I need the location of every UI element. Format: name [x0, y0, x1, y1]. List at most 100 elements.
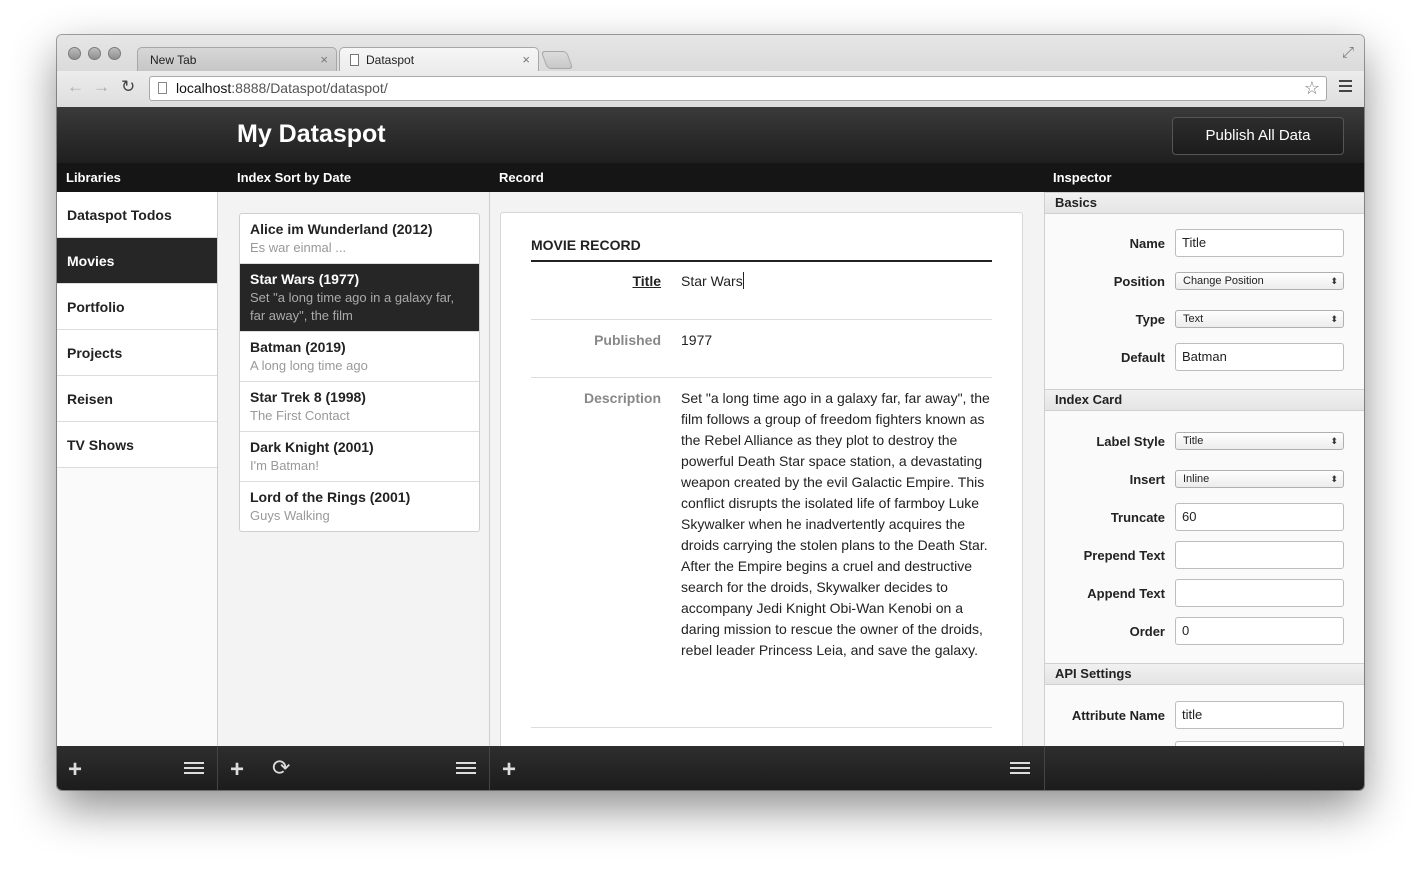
sidebar-item-reisen[interactable]: Reisen — [57, 376, 217, 422]
list-item[interactable]: Star Trek 8 (1998) The First Contact — [240, 382, 479, 432]
tab-close-icon[interactable]: × — [320, 48, 328, 72]
field-label: Description — [583, 390, 661, 406]
select-arrow-icon: ⬍ — [1330, 276, 1338, 286]
item-title: Dark Knight (2001) — [250, 439, 374, 455]
tab-close-icon[interactable]: × — [522, 48, 530, 72]
truncate-field[interactable]: 60 — [1175, 503, 1344, 531]
api-settings-section-heading: API Settings — [1045, 663, 1364, 685]
default-row: Default Batman — [1045, 343, 1364, 373]
description-field: Description Set "a long time ago in a ga… — [531, 378, 992, 728]
position-select[interactable]: Change Position ⬍ — [1175, 272, 1344, 290]
forward-arrow-icon[interactable]: → — [93, 77, 110, 97]
append-text-field[interactable] — [1175, 579, 1344, 607]
select-value: Title — [1183, 435, 1204, 447]
index-list: Alice im Wunderland (2012) Es war einmal… — [239, 213, 480, 532]
new-tab-button[interactable] — [540, 51, 574, 69]
basics-section-heading: Basics — [1045, 192, 1364, 214]
field-label: Insert — [1129, 472, 1165, 487]
field-label: Name — [1129, 236, 1165, 251]
label-style-select[interactable]: Title ⬍ — [1175, 432, 1344, 450]
menu-icon[interactable] — [1339, 80, 1352, 95]
sidebar-item-dataspot-todos[interactable]: Dataspot Todos — [57, 192, 217, 238]
browser-window: New Tab × Dataspot × ⤢ ← → ↻ localhost:8… — [57, 35, 1364, 790]
sidebar-item-projects[interactable]: Projects — [57, 330, 217, 376]
refresh-icon[interactable]: ⟳ — [272, 755, 290, 781]
published-input[interactable]: 1977 — [681, 330, 992, 351]
zoom-window-button[interactable] — [108, 47, 121, 60]
column-headers: Libraries Index Sort by Date Record Insp… — [57, 163, 1364, 192]
item-title: Alice im Wunderland (2012) — [250, 221, 433, 237]
title-input[interactable]: Star Wars — [681, 271, 992, 292]
sidebar-item-portfolio[interactable]: Portfolio — [57, 284, 217, 330]
append-text-row: Append Text — [1045, 579, 1364, 609]
sort-icon[interactable] — [456, 762, 476, 777]
address-bar[interactable]: localhost:8888/Dataspot/dataspot/ ☆ — [149, 76, 1327, 101]
tab-label: New Tab — [150, 53, 197, 67]
record-column: MOVIE RECORD Title Star Wars Published 1… — [490, 192, 1045, 746]
libraries-heading: Libraries — [66, 170, 121, 185]
name-field[interactable]: Title — [1175, 229, 1344, 257]
tab-label: Dataspot — [366, 53, 415, 67]
field-label: Published — [594, 332, 661, 348]
add-field-icon[interactable]: + — [502, 756, 516, 784]
sidebar-item-movies[interactable]: Movies — [57, 238, 217, 284]
published-field: Published 1977 — [531, 320, 992, 378]
app-title: My Dataspot — [237, 120, 386, 148]
back-arrow-icon[interactable]: ← — [67, 77, 84, 97]
minimize-window-button[interactable] — [88, 47, 101, 60]
list-item[interactable]: Alice im Wunderland (2012) Es war einmal… — [240, 214, 479, 264]
attribute-name-field[interactable]: title — [1175, 701, 1344, 729]
browser-chrome: New Tab × Dataspot × ⤢ ← → ↻ localhost:8… — [57, 35, 1364, 107]
field-label: Append Text — [1087, 586, 1165, 601]
prepend-text-field[interactable] — [1175, 541, 1344, 569]
bookmark-star-icon[interactable]: ☆ — [1304, 77, 1320, 100]
field-label: Prepend Text — [1083, 548, 1165, 563]
field-label: Type — [1135, 312, 1165, 327]
tab-new-tab[interactable]: New Tab × — [137, 47, 337, 71]
page-icon — [350, 54, 359, 66]
insert-row: Insert Inline ⬍ — [1045, 465, 1364, 495]
close-window-button[interactable] — [68, 47, 81, 60]
title-value: Star Wars — [681, 273, 743, 289]
tab-dataspot[interactable]: Dataspot × — [339, 47, 539, 71]
inspector-panel: Basics Name Title Position Change Positi… — [1045, 192, 1364, 746]
field-label: Default — [1120, 350, 1165, 365]
sort-icon[interactable] — [1010, 762, 1030, 777]
field-label: Label Style — [1096, 434, 1165, 449]
list-item[interactable]: Lord of the Rings (2001) Guys Walking — [240, 482, 479, 531]
description-input[interactable]: Set "a long time ago in a galaxy far, fa… — [681, 388, 992, 661]
sort-icon[interactable] — [184, 762, 204, 777]
list-item[interactable]: Star Wars (1977) Set "a long time ago in… — [240, 264, 479, 332]
sidebar-item-tv-shows[interactable]: TV Shows — [57, 422, 217, 468]
select-value: Change Position — [1183, 275, 1264, 287]
item-subtitle: Es war einmal ... — [250, 240, 347, 255]
url-path: :8888/Dataspot/dataspot/ — [231, 80, 388, 96]
add-library-icon[interactable]: + — [68, 756, 82, 784]
select-arrow-icon: ⬍ — [1330, 474, 1338, 484]
field-label: Title — [632, 273, 661, 289]
list-item[interactable]: Dark Knight (2001) I'm Batman! — [240, 432, 479, 482]
list-item[interactable]: Batman (2019) A long long time ago — [240, 332, 479, 382]
item-subtitle: I'm Batman! — [250, 458, 319, 473]
select-arrow-icon: ⬍ — [1330, 436, 1338, 446]
add-record-icon[interactable]: + — [230, 756, 244, 784]
item-title: Lord of the Rings (2001) — [250, 489, 411, 505]
order-field[interactable]: 0 — [1175, 617, 1344, 645]
attribute-name-row: Attribute Name title — [1045, 701, 1364, 731]
index-heading[interactable]: Index Sort by Date — [237, 170, 351, 185]
fullscreen-icon[interactable]: ⤢ — [1342, 44, 1354, 61]
insert-select[interactable]: Inline ⬍ — [1175, 470, 1344, 488]
default-field[interactable]: Batman — [1175, 343, 1344, 371]
prepend-text-row: Prepend Text — [1045, 541, 1364, 571]
type-select[interactable]: Text ⬍ — [1175, 310, 1344, 328]
reload-icon[interactable]: ↻ — [121, 77, 135, 97]
item-title: Star Wars (1977) — [250, 271, 360, 287]
dataspot-app: My Dataspot Publish All Data Libraries I… — [57, 107, 1364, 790]
record-heading-text: MOVIE RECORD — [531, 237, 992, 262]
libraries-footer: + — [57, 746, 218, 790]
url-host: localhost — [176, 80, 232, 96]
record-heading: Record — [499, 170, 544, 185]
field-label: Attribute Name — [1071, 708, 1165, 723]
inspector-footer — [1045, 746, 1364, 790]
publish-all-data-button[interactable]: Publish All Data — [1172, 117, 1344, 155]
